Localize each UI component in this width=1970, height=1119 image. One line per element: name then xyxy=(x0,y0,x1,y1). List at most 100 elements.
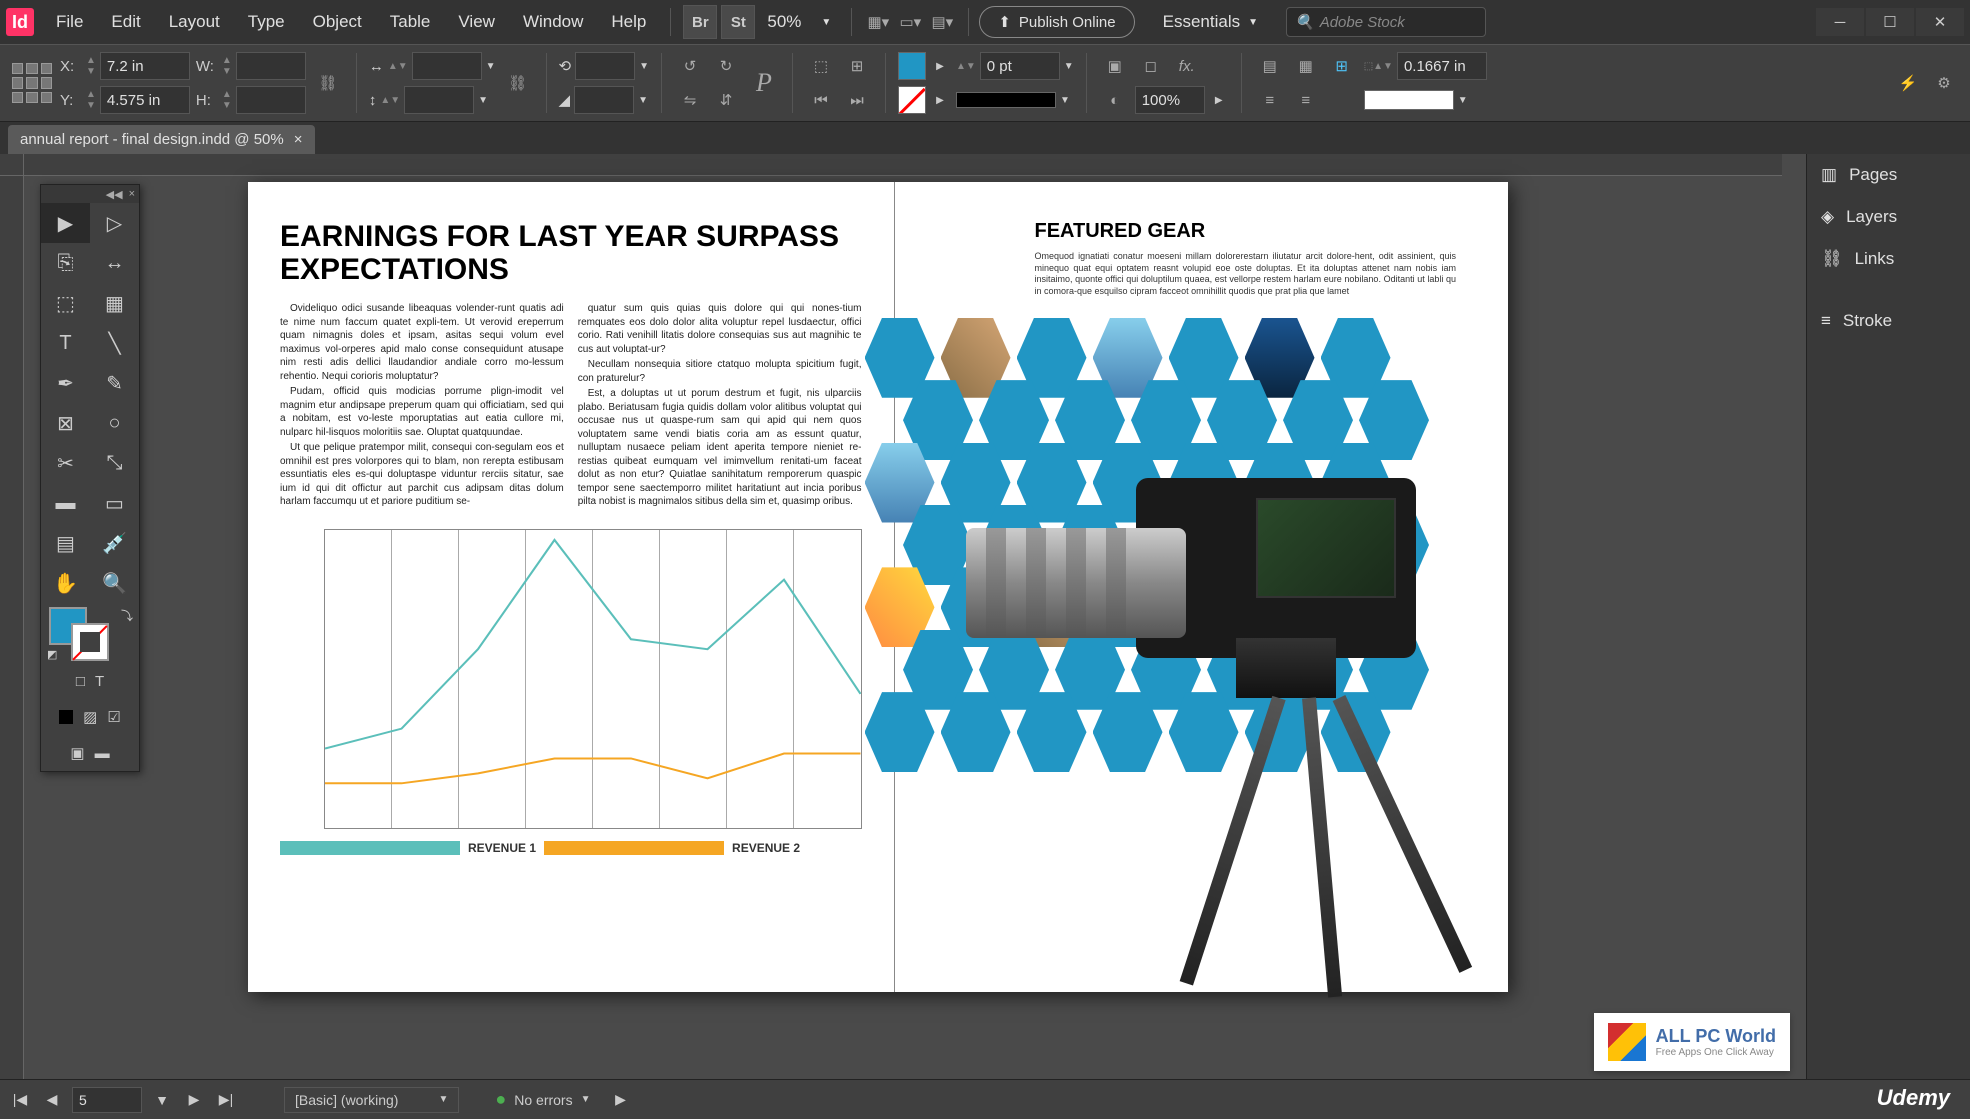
pencil-tool[interactable]: ✎ xyxy=(90,363,139,403)
free-transform-tool[interactable]: ⤡ xyxy=(90,443,139,483)
menu-object[interactable]: Object xyxy=(299,0,376,44)
effects-icon[interactable]: fx. xyxy=(1171,52,1203,80)
type-tool[interactable]: T xyxy=(41,323,90,363)
prev-page-button[interactable]: ◀ xyxy=(40,1088,64,1112)
pages-panel-button[interactable]: ▥ Pages xyxy=(1807,154,1970,196)
fill-stroke-colors[interactable]: ⤵ ◩ xyxy=(41,603,139,663)
page-tool[interactable]: ⎘ xyxy=(41,243,90,283)
wrap-jump-icon[interactable]: ⊞ xyxy=(1326,52,1358,80)
note-tool[interactable]: ▤ xyxy=(41,523,90,563)
reference-point[interactable] xyxy=(10,61,54,105)
scale-y-input[interactable] xyxy=(404,86,474,114)
wrap-around-icon[interactable]: ▦ xyxy=(1290,52,1322,80)
hand-tool[interactable]: ✋ xyxy=(41,563,90,603)
stroke-weight-input[interactable]: 0 pt xyxy=(980,52,1060,80)
errors-menu-arrow[interactable]: ▼ xyxy=(581,1094,591,1105)
page-menu-arrow[interactable]: ▼ xyxy=(150,1088,174,1112)
adobe-stock-search[interactable]: 🔍 Adobe Stock xyxy=(1286,7,1486,37)
pen-tool[interactable]: ✒ xyxy=(41,363,90,403)
frame-fitting-icon[interactable]: ◻ xyxy=(1135,52,1167,80)
selection-tool[interactable]: ▶ xyxy=(41,203,90,243)
tools-panel-header[interactable]: ◀◀ × xyxy=(41,185,139,203)
wrap-none-icon[interactable]: ▤ xyxy=(1254,52,1286,80)
w-input[interactable] xyxy=(236,52,306,80)
minimize-button[interactable]: ─ xyxy=(1816,8,1864,36)
menu-layout[interactable]: Layout xyxy=(155,0,234,44)
menu-table[interactable]: Table xyxy=(376,0,445,44)
rotate-cw-icon[interactable]: ↻ xyxy=(710,52,742,80)
corner-style-select[interactable] xyxy=(1364,90,1454,110)
flip-h-icon[interactable]: ⇋ xyxy=(674,86,706,114)
tab-close-icon[interactable]: × xyxy=(294,131,303,148)
select-prev-icon[interactable]: ⏮ xyxy=(805,86,837,114)
menu-type[interactable]: Type xyxy=(234,0,299,44)
stroke-panel-button[interactable]: ≡ Stroke xyxy=(1807,300,1970,342)
ruler-origin[interactable] xyxy=(0,154,24,176)
stroke-menu-arrow[interactable]: ▶ xyxy=(930,95,950,106)
menu-window[interactable]: Window xyxy=(509,0,597,44)
close-panel-icon[interactable]: × xyxy=(129,188,135,200)
select-content-icon[interactable]: ⊞ xyxy=(841,52,873,80)
align-center-icon[interactable]: ≡ xyxy=(1290,86,1322,114)
close-button[interactable]: ✕ xyxy=(1916,8,1964,36)
view-options-icon[interactable]: ▦▾ xyxy=(862,8,894,36)
stroke-swatch[interactable] xyxy=(898,86,926,114)
document-spread[interactable]: EARNINGS FOR LAST YEAR SURPASS EXPECTATI… xyxy=(248,182,1508,992)
constrain-scale-icon[interactable]: ⛓ xyxy=(502,69,534,97)
canvas[interactable]: ◀◀× ▶ ▷ ⎘ ↔ ⬚ ▦ T ╲ ✒ ✎ ⊠ ○ ✂ ⤡ ▬ ▭ ▤ 💉 xyxy=(0,154,1806,1079)
stock-button[interactable]: St xyxy=(721,5,755,39)
opacity-input[interactable]: 100% xyxy=(1135,86,1205,114)
collapse-icon[interactable]: ◀◀ xyxy=(106,188,123,201)
constrain-link-icon[interactable]: ⛓ xyxy=(312,69,344,97)
workspace-select[interactable]: Essentials ▼ xyxy=(1155,12,1266,32)
maximize-button[interactable]: ☐ xyxy=(1866,8,1914,36)
menu-file[interactable]: File xyxy=(42,0,97,44)
zoom-select[interactable]: 50% ▼ xyxy=(757,12,841,32)
menu-help[interactable]: Help xyxy=(597,0,660,44)
next-page-button[interactable]: ▶ xyxy=(182,1088,206,1112)
corner-input[interactable]: 0.1667 in xyxy=(1397,52,1487,80)
apply-color-row[interactable]: ▨☑ xyxy=(41,699,139,735)
rotate-input[interactable] xyxy=(575,52,635,80)
shear-input[interactable] xyxy=(574,86,634,114)
scissors-tool[interactable]: ✂ xyxy=(41,443,90,483)
pathfinder-icon[interactable]: P xyxy=(748,69,780,97)
select-next-icon[interactable]: ⏭ xyxy=(841,86,873,114)
gradient-swatch-tool[interactable]: ▬ xyxy=(41,483,90,523)
last-page-button[interactable]: ▶| xyxy=(214,1088,238,1112)
screen-mode-icon[interactable]: ▭▾ xyxy=(894,8,926,36)
first-page-button[interactable]: |◀ xyxy=(8,1088,32,1112)
ellipse-tool[interactable]: ○ xyxy=(90,403,139,443)
preflight-profile-select[interactable]: [Basic] (working) ▼ xyxy=(284,1087,459,1113)
formatting-container-toggle[interactable]: □T xyxy=(41,663,139,699)
rectangle-frame-tool[interactable]: ⊠ xyxy=(41,403,90,443)
rotate-ccw-icon[interactable]: ↺ xyxy=(674,52,706,80)
eyedropper-tool[interactable]: 💉 xyxy=(90,523,139,563)
menu-edit[interactable]: Edit xyxy=(97,0,154,44)
publish-online-button[interactable]: ⬆ Publish Online xyxy=(979,6,1134,38)
page-number-input[interactable]: 5 xyxy=(72,1087,142,1113)
view-mode-row[interactable]: ▣▬ xyxy=(41,735,139,771)
bridge-button[interactable]: Br xyxy=(683,5,717,39)
open-button[interactable]: ▶ xyxy=(609,1088,633,1112)
y-input[interactable]: 4.575 in xyxy=(100,86,190,114)
x-input[interactable]: 7.2 in xyxy=(100,52,190,80)
gap-tool[interactable]: ↔ xyxy=(90,243,139,283)
content-placer-tool[interactable]: ▦ xyxy=(90,283,139,323)
auto-fit-icon[interactable]: ▣ xyxy=(1099,52,1131,80)
gradient-feather-tool[interactable]: ▭ xyxy=(90,483,139,523)
links-panel-button[interactable]: ⛓ Links xyxy=(1807,238,1970,280)
arrange-icon[interactable]: ▤▾ xyxy=(926,8,958,36)
line-tool[interactable]: ╲ xyxy=(90,323,139,363)
fill-swatch[interactable] xyxy=(898,52,926,80)
preflight-errors-label[interactable]: No errors xyxy=(514,1092,572,1108)
quick-apply-icon[interactable]: ⚡ xyxy=(1892,69,1924,97)
horizontal-ruler[interactable] xyxy=(24,154,1782,176)
align-left-icon[interactable]: ≡ xyxy=(1254,86,1286,114)
swap-colors-icon[interactable]: ⤵ xyxy=(121,607,133,624)
content-collector-tool[interactable]: ⬚ xyxy=(41,283,90,323)
layers-panel-button[interactable]: ◈ Layers xyxy=(1807,196,1970,238)
zoom-tool[interactable]: 🔍 xyxy=(90,563,139,603)
opacity-arrow[interactable]: ▶ xyxy=(1209,95,1229,106)
document-tab[interactable]: annual report - final design.indd @ 50% … xyxy=(8,125,315,154)
